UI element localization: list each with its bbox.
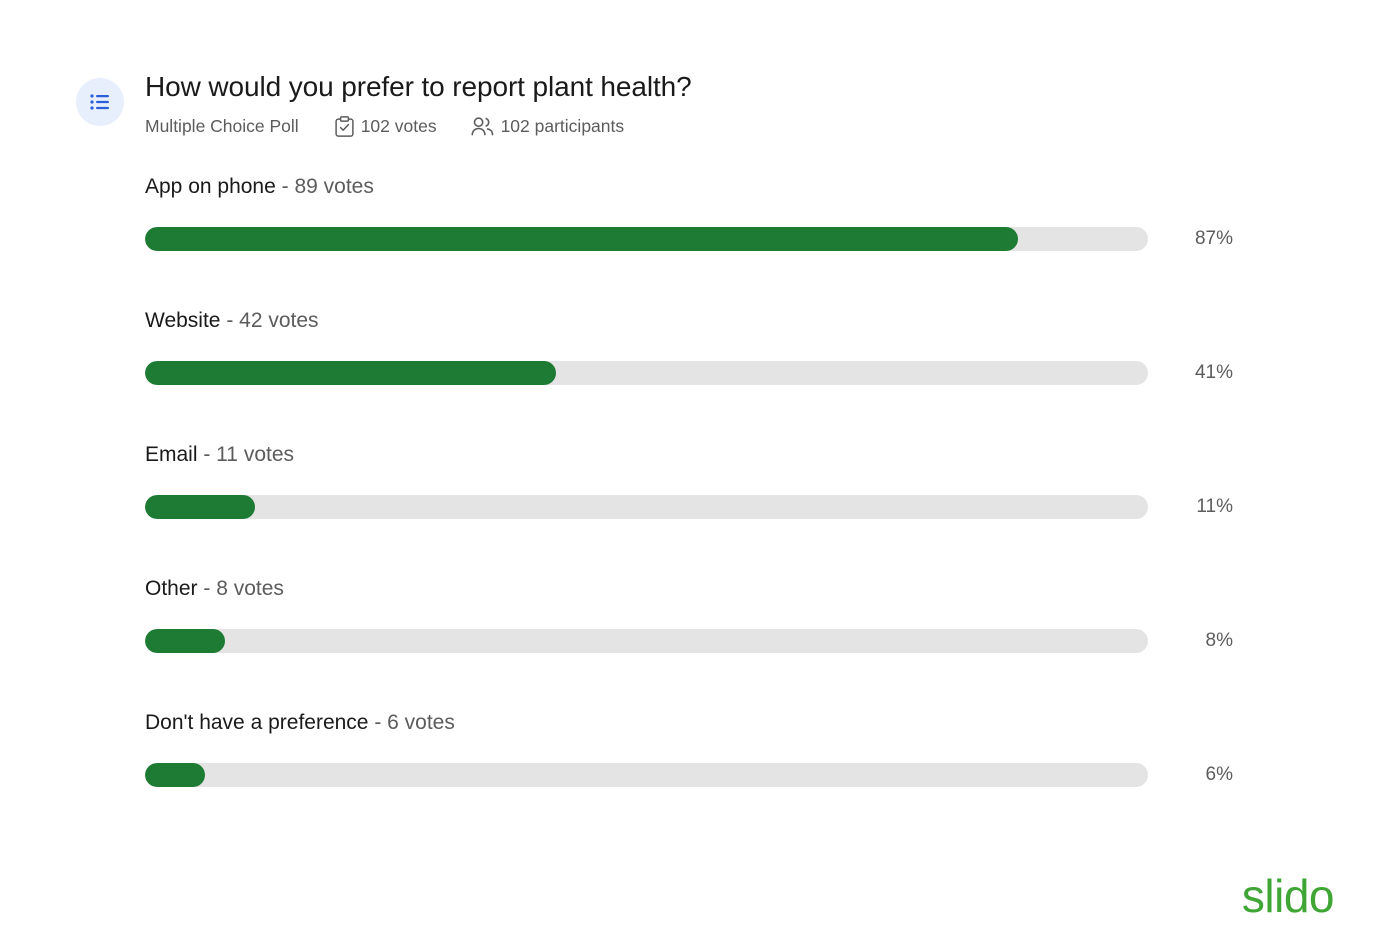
option-votes: - 6 votes xyxy=(374,711,455,734)
votes-stat: 102 votes xyxy=(335,115,437,137)
poll-header: How would you prefer to report plant hea… xyxy=(76,70,1276,137)
option-label: Other - 8 votes xyxy=(145,572,1233,602)
poll-option-row: Don't have a preference - 6 votes 6% xyxy=(145,706,1233,787)
page-title: How would you prefer to report plant hea… xyxy=(145,71,692,102)
option-label: Website - 42 votes xyxy=(145,304,1233,334)
poll-option-row: App on phone - 89 votes 87% xyxy=(145,170,1233,304)
option-bar-row: 8% xyxy=(145,629,1233,653)
bar-fill xyxy=(145,495,256,519)
bar-percent-label: 87% xyxy=(1194,228,1233,249)
bar-percent-label: 8% xyxy=(1205,630,1233,651)
option-label: Don't have a preference - 6 votes xyxy=(145,706,1233,736)
bar-percent-label: 11% xyxy=(1196,496,1233,517)
option-bar-row: 87% xyxy=(145,227,1233,251)
option-name: Don't have a preference xyxy=(145,711,369,734)
bar-track xyxy=(145,361,1148,385)
option-bar-row: 41% xyxy=(145,361,1233,385)
bar-track xyxy=(145,495,1148,519)
poll-type-label: Multiple Choice Poll xyxy=(145,116,299,136)
bar-fill xyxy=(145,629,226,653)
option-name: Website xyxy=(145,309,221,332)
poll-result-panel: How would you prefer to report plant hea… xyxy=(0,0,1376,945)
poll-option-row: Website - 42 votes 41% xyxy=(145,304,1233,438)
option-votes: - 8 votes xyxy=(203,577,284,600)
bar-track xyxy=(145,227,1148,251)
option-bar-row: 11% xyxy=(145,495,1233,519)
votes-count-label: 102 votes xyxy=(360,116,437,136)
poll-option-row: Email - 11 votes 11% xyxy=(145,438,1233,572)
option-bar-row: 6% xyxy=(145,763,1233,787)
option-name: App on phone xyxy=(145,175,276,198)
option-votes: - 89 votes xyxy=(281,175,374,198)
option-name: Email xyxy=(145,443,198,466)
people-icon xyxy=(471,116,494,137)
poll-option-row: Other - 8 votes 8% xyxy=(145,572,1233,706)
poll-header-text: How would you prefer to report plant hea… xyxy=(145,70,1276,137)
bar-fill xyxy=(145,361,557,385)
option-label: App on phone - 89 votes xyxy=(145,170,1233,200)
bar-track xyxy=(145,763,1148,787)
bar-fill xyxy=(145,763,206,787)
poll-meta-row: Multiple Choice Poll 102 votes 102 parti… xyxy=(145,115,1276,137)
option-name: Other xyxy=(145,577,198,600)
poll-options-list: App on phone - 89 votes 87% Website - 42 v… xyxy=(145,170,1233,787)
slido-logo: slido xyxy=(1241,870,1335,922)
participants-stat: 102 participants xyxy=(471,115,625,137)
bar-fill xyxy=(145,227,1018,251)
bar-percent-label: 41% xyxy=(1194,362,1233,383)
option-votes: - 11 votes xyxy=(203,443,295,466)
option-votes: - 42 votes xyxy=(226,309,319,332)
option-label: Email - 11 votes xyxy=(145,438,1233,468)
participants-count-label: 102 participants xyxy=(500,116,625,136)
clipboard-check-icon xyxy=(335,115,354,137)
list-icon xyxy=(76,78,124,126)
bar-percent-label: 6% xyxy=(1205,764,1233,785)
bar-track xyxy=(145,629,1148,653)
